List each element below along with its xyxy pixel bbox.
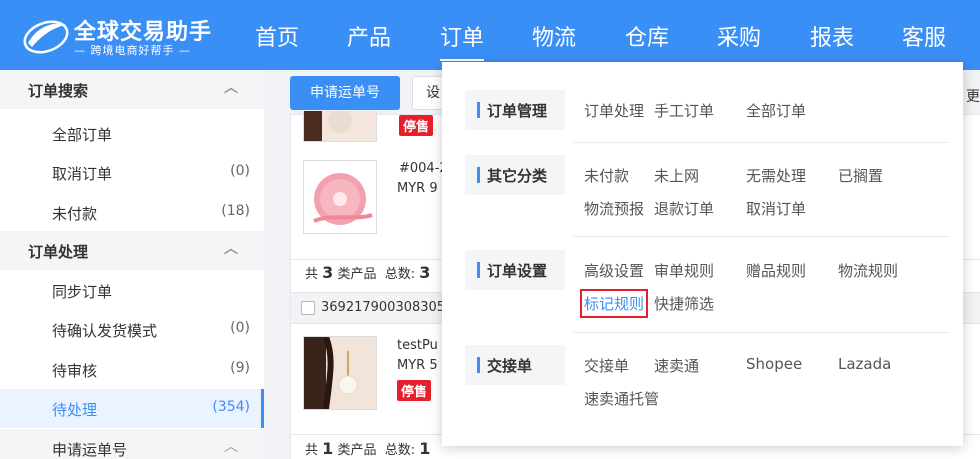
sidebar-section-apply-waybill[interactable]: 申请运单号 ︿ <box>0 429 264 459</box>
menu-item-manual-orders[interactable]: 手工订单 <box>654 100 714 121</box>
product-price: MYR 5 <box>397 358 438 373</box>
sidebar-item-count: (354) <box>212 399 250 415</box>
product-sku: #004-2 <box>399 161 448 176</box>
menu-item-handover-sheet[interactable]: 交接单 <box>584 355 629 376</box>
sidebar-section-order-search[interactable]: 订单搜索 ︿ <box>0 70 264 109</box>
sidebar-item-label: 全部订单 <box>52 126 113 144</box>
sidebar-section-title: 申请运单号 <box>52 441 128 459</box>
sidebar-item-count: (18) <box>221 203 250 219</box>
sidebar-item-all-orders[interactable]: 全部订单 <box>0 114 264 153</box>
sidebar-section-title: 订单搜索 <box>28 82 89 100</box>
sidebar-item-count: (0) <box>230 163 250 179</box>
menu-item-not-online[interactable]: 未上网 <box>654 165 699 186</box>
sidebar-item-label: 待确认发货模式 <box>52 322 158 340</box>
sidebar: 订单搜索 ︿ 全部订单 取消订单 (0) 未付款 (18) 订单处理 ︿ 同步订… <box>0 70 264 459</box>
product-price: MYR 9 <box>397 181 438 196</box>
menu-item-all-orders[interactable]: 全部订单 <box>746 100 806 121</box>
menu-item-on-hold[interactable]: 已搁置 <box>838 165 883 186</box>
product-image[interactable] <box>303 111 377 142</box>
nav-products[interactable]: 产品 <box>347 20 391 52</box>
menu-item-marking-rules[interactable]: 标记规则 <box>579 289 649 318</box>
order-summary: 共 1 类产品 总数: 1 <box>305 439 431 458</box>
status-badge: 停售 <box>397 380 432 401</box>
chevron-up-icon[interactable]: ︿ <box>224 238 238 258</box>
nav-logistics[interactable]: 物流 <box>532 20 576 52</box>
nav-home[interactable]: 首页 <box>255 20 299 52</box>
nav-orders[interactable]: 订单 <box>440 20 485 61</box>
sidebar-item-label: 同步订单 <box>52 283 113 301</box>
nav-warehouse[interactable]: 仓库 <box>625 20 669 52</box>
sidebar-item-cancelled-orders[interactable]: 取消订单 (0) <box>0 153 264 192</box>
menu-item-refund-orders[interactable]: 退款订单 <box>654 198 714 219</box>
top-header: 全球交易助手 — 跨境电商好帮手 — 首页 产品 订单 物流 仓库 采购 报表 … <box>0 0 980 70</box>
menu-item-logistics-rules[interactable]: 物流规则 <box>838 260 898 281</box>
product-image[interactable] <box>303 160 377 234</box>
menu-item-quick-filter[interactable]: 快捷筛选 <box>654 293 714 314</box>
order-checkbox[interactable] <box>301 301 315 315</box>
nav-purchase[interactable]: 采购 <box>717 20 761 52</box>
menu-item-advanced-settings[interactable]: 高级设置 <box>584 260 644 281</box>
orders-dropdown-menu: 订单管理 订单处理 手工订单 全部订单 其它分类 未付款 未上网 无需处理 已搁… <box>442 62 963 446</box>
chevron-up-icon[interactable]: ︿ <box>224 436 238 456</box>
menu-group-title: 其它分类 <box>465 155 565 195</box>
order-summary: 共 3 类产品 总数: 3 <box>305 263 431 282</box>
menu-item-review-rules[interactable]: 审单规则 <box>654 260 714 281</box>
logo-icon <box>23 20 69 54</box>
menu-item-unpaid[interactable]: 未付款 <box>584 165 629 186</box>
status-badge: 停售 <box>399 115 434 136</box>
menu-item-gift-rules[interactable]: 赠品规则 <box>746 260 806 281</box>
menu-item-cancelled-orders[interactable]: 取消订单 <box>746 198 806 219</box>
sidebar-item-count: (9) <box>230 360 250 376</box>
sidebar-item-confirm-shipping-mode[interactable]: 待确认发货模式 (0) <box>0 310 264 349</box>
sidebar-item-label: 待审核 <box>52 362 98 380</box>
menu-item-logistics-forecast[interactable]: 物流预报 <box>584 198 644 219</box>
menu-group-title: 订单设置 <box>465 250 565 290</box>
app-logo[interactable]: 全球交易助手 — 跨境电商好帮手 — <box>22 13 222 59</box>
menu-item-no-action-needed[interactable]: 无需处理 <box>746 165 806 186</box>
nav-reports[interactable]: 报表 <box>810 20 854 52</box>
sidebar-item-unpaid[interactable]: 未付款 (18) <box>0 193 264 232</box>
chevron-up-icon[interactable]: ︿ <box>224 77 238 97</box>
order-number[interactable]: 369217900308305 <box>321 300 445 315</box>
sidebar-item-label: 取消订单 <box>52 165 113 183</box>
sidebar-section-title: 订单处理 <box>28 243 89 261</box>
sidebar-section-order-processing[interactable]: 订单处理 ︿ <box>0 231 264 270</box>
menu-group-title: 订单管理 <box>465 90 565 130</box>
sidebar-item-pending-review[interactable]: 待审核 (9) <box>0 350 264 389</box>
product-image[interactable] <box>303 336 377 410</box>
sidebar-item-label: 未付款 <box>52 205 98 223</box>
menu-item-lazada[interactable]: Lazada <box>838 355 891 373</box>
apply-waybill-button[interactable]: 申请运单号 <box>290 76 400 110</box>
sidebar-item-count: (0) <box>230 320 250 336</box>
nav-customer-service[interactable]: 客服 <box>902 20 946 52</box>
sidebar-item-label: 待处理 <box>52 401 98 419</box>
logo-subtitle: — 跨境电商好帮手 — <box>74 44 191 57</box>
sidebar-item-pending-processing[interactable]: 待处理 (354) <box>0 389 264 428</box>
product-name: testPu <box>397 338 438 353</box>
menu-item-shopee[interactable]: Shopee <box>746 355 802 373</box>
menu-group-title: 交接单 <box>465 345 565 385</box>
menu-item-aliexpress[interactable]: 速卖通 <box>654 355 699 376</box>
menu-item-aliexpress-managed[interactable]: 速卖通托管 <box>584 388 659 409</box>
menu-item-order-processing[interactable]: 订单处理 <box>584 100 644 121</box>
sidebar-item-sync-orders[interactable]: 同步订单 <box>0 271 264 310</box>
more-button[interactable]: 更多 <box>966 86 980 106</box>
